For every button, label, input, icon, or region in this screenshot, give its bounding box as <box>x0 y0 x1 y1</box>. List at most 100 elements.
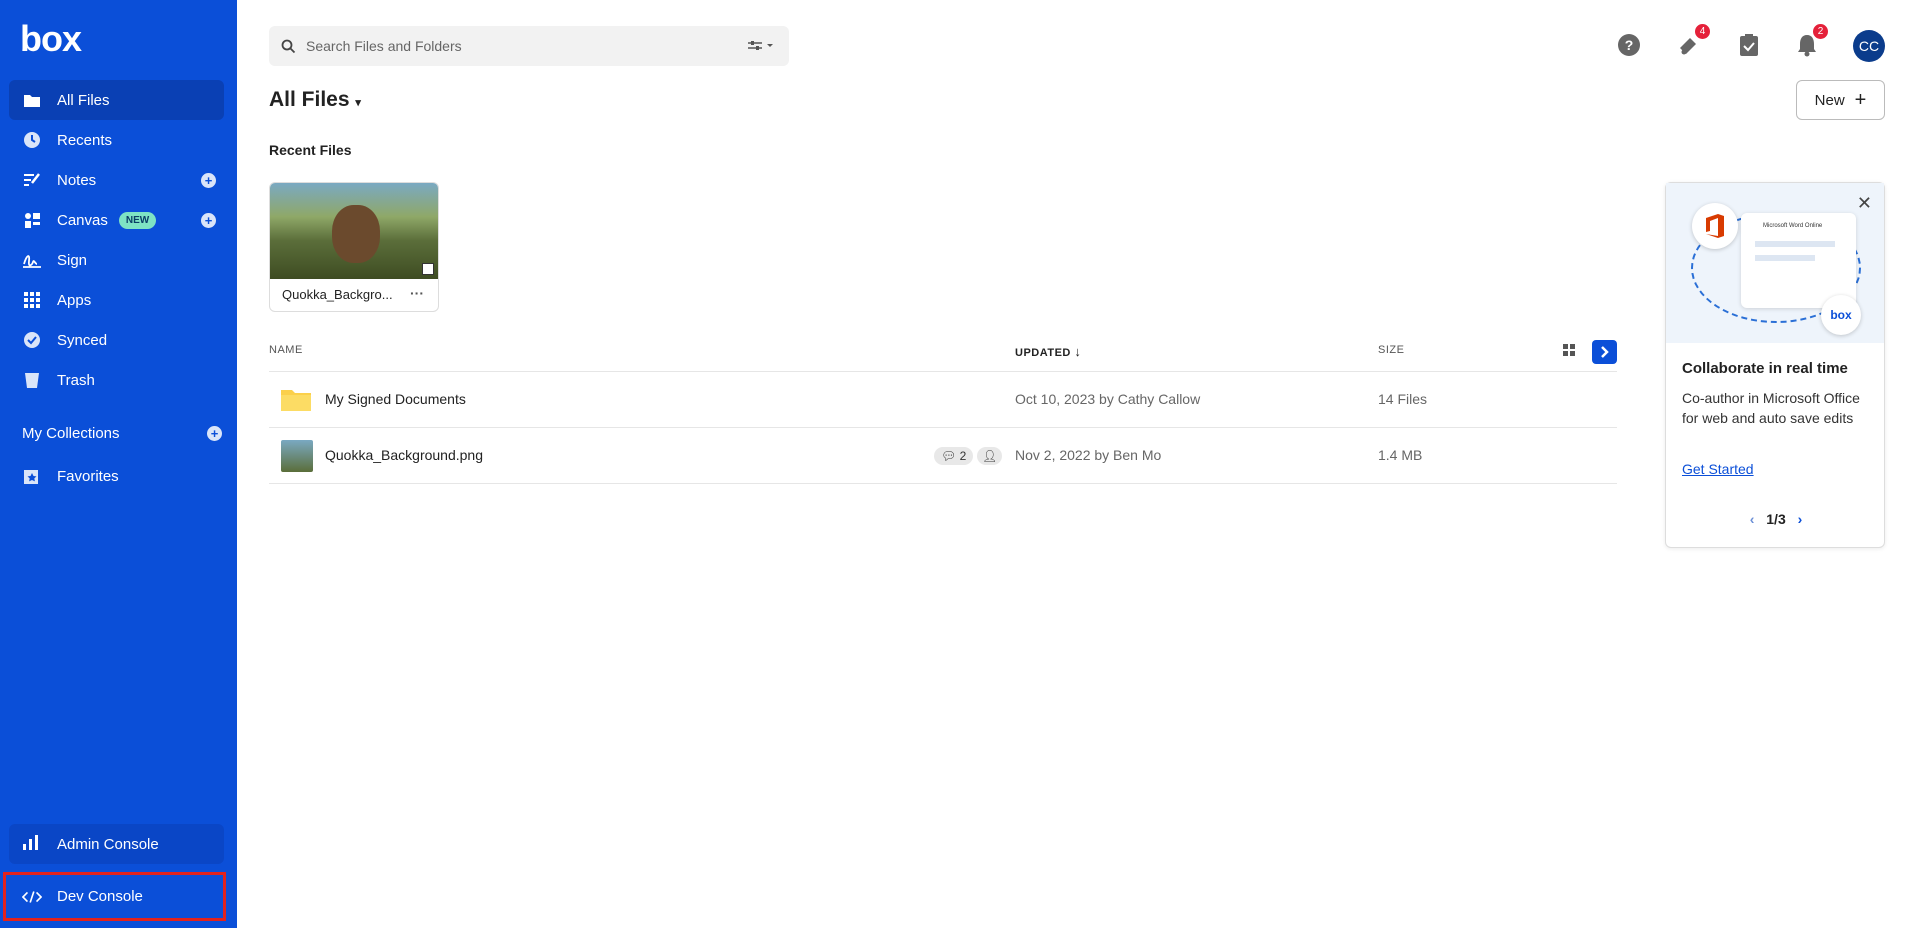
new-button[interactable]: New + <box>1796 80 1885 120</box>
promo-illustration: Microsoft Word Online box <box>1666 183 1884 343</box>
star-icon <box>22 466 42 486</box>
add-canvas-icon[interactable]: + <box>201 212 216 228</box>
sidebar-item-recents[interactable]: Recents <box>9 120 224 160</box>
folder-icon <box>22 90 42 110</box>
sidebar-item-favorites[interactable]: Favorites <box>9 456 224 496</box>
sidebar-item-label: Canvas <box>57 211 108 229</box>
user-avatar[interactable]: CC <box>1853 30 1885 62</box>
sidebar-item-label: Synced <box>57 331 108 349</box>
my-collections-header[interactable]: My Collections + <box>22 425 222 442</box>
promo-pager: ‹ 1/3 › <box>1666 511 1886 527</box>
promo-card: Microsoft Word Online box ✕ Collaborate … <box>1665 182 1885 548</box>
sidebar-item-trash[interactable]: Trash <box>9 360 224 400</box>
sidebar-item-synced[interactable]: Synced <box>9 320 224 360</box>
new-badge: NEW <box>118 211 157 229</box>
folder-icon <box>281 387 311 416</box>
sidebar: box All Files Recents Notes + Canvas NEW… <box>0 0 237 928</box>
sidebar-item-label: Apps <box>57 291 92 309</box>
recent-file-name: Quokka_Backgro... <box>282 287 393 302</box>
sidebar-item-label: Notes <box>57 171 97 189</box>
prev-arrow-icon[interactable]: ‹ <box>1750 511 1755 527</box>
notes-icon <box>22 170 42 190</box>
canvas-icon <box>22 210 42 230</box>
recent-file-card[interactable]: Quokka_Backgro... ··· <box>269 182 439 312</box>
sidebar-item-label: Recents <box>57 131 113 149</box>
close-icon[interactable]: ✕ <box>1857 193 1872 214</box>
column-updated[interactable]: UPDATED ↓ <box>1015 344 1081 359</box>
trash-icon <box>22 370 42 390</box>
page-title-text: All Files <box>269 88 350 111</box>
bar-chart-icon <box>22 834 42 854</box>
recent-files-heading: Recent Files <box>269 142 352 158</box>
sidebar-item-canvas[interactable]: Canvas NEW + <box>9 200 224 240</box>
row-name[interactable]: Quokka_Background.png <box>325 447 483 463</box>
row-updated: Oct 10, 2023 by Cathy Callow <box>1015 391 1201 407</box>
file-type-icon <box>422 263 434 275</box>
search-bar[interactable]: Search Files and Folders <box>269 26 789 66</box>
notifications-bell-icon[interactable]: 2 <box>1794 24 1828 58</box>
plus-icon: + <box>1854 89 1867 111</box>
sidebar-item-label: All Files <box>57 91 110 109</box>
next-arrow-icon[interactable]: › <box>1798 511 1803 527</box>
code-icon <box>22 890 42 904</box>
column-name[interactable]: NAME <box>269 344 303 356</box>
column-size[interactable]: SIZE <box>1378 344 1404 356</box>
sort-arrow-down-icon: ↓ <box>1074 344 1082 359</box>
comments-badge[interactable]: 💬︎ 2 <box>934 447 974 465</box>
admin-console-label: Admin Console <box>57 835 159 853</box>
divider <box>269 427 1617 428</box>
promo-title: Collaborate in real time <box>1682 360 1848 377</box>
get-started-link[interactable]: Get Started <box>1682 461 1754 477</box>
dev-console-button[interactable]: Dev Console <box>3 872 226 921</box>
sidebar-item-apps[interactable]: Apps <box>9 280 224 320</box>
sidebar-item-all-files[interactable]: All Files <box>9 80 224 120</box>
image-thumbnail-icon <box>281 440 313 472</box>
help-icon[interactable]: ? <box>1616 32 1642 58</box>
new-button-label: New <box>1814 91 1845 109</box>
sidebar-item-sign[interactable]: Sign <box>9 240 224 280</box>
sidebar-item-label: Trash <box>57 371 95 389</box>
office-logo-icon <box>1692 203 1738 249</box>
pager-text: 1/3 <box>1766 511 1786 527</box>
sidebar-item-label: Sign <box>57 251 88 269</box>
row-size: 14 Files <box>1378 391 1428 407</box>
sidebar-item-notes[interactable]: Notes + <box>9 160 224 200</box>
add-note-icon[interactable]: + <box>201 172 216 188</box>
expand-panel-button[interactable] <box>1592 340 1617 364</box>
notifications-count: 2 <box>1813 24 1828 39</box>
search-icon <box>281 39 296 54</box>
comment-icon: 💬︎ <box>941 449 957 463</box>
column-updated-label: UPDATED <box>1015 347 1071 359</box>
caret-down-icon: ▾ <box>355 97 361 109</box>
announcements-count: 4 <box>1695 24 1710 39</box>
dev-console-label: Dev Console <box>57 888 143 905</box>
apps-grid-icon <box>22 290 42 310</box>
add-collection-icon[interactable]: + <box>207 426 222 441</box>
file-thumbnail <box>270 183 438 279</box>
svg-text:?: ? <box>1625 37 1634 53</box>
promo-body: Co-author in Microsoft Office for web an… <box>1682 390 1860 426</box>
collaborator-icon[interactable]: 👤︎ <box>977 447 1003 465</box>
tasks-icon[interactable] <box>1736 32 1762 58</box>
page-title[interactable]: All Files ▾ <box>269 88 361 112</box>
divider <box>269 371 1617 372</box>
search-input[interactable]: Search Files and Folders <box>306 38 747 54</box>
more-options-icon[interactable]: ··· <box>410 285 424 301</box>
admin-console-button[interactable]: Admin Console <box>9 824 224 864</box>
filter-icon[interactable] <box>747 40 775 52</box>
sign-icon <box>22 250 42 270</box>
row-name[interactable]: My Signed Documents <box>325 391 466 407</box>
announcements-icon[interactable]: 4 <box>1676 24 1710 58</box>
row-size: 1.4 MB <box>1378 447 1423 463</box>
quokka-image <box>332 205 380 263</box>
comment-count: 2 <box>959 449 967 463</box>
grid-view-icon[interactable] <box>1563 344 1576 357</box>
box-logo[interactable]: box <box>20 18 82 60</box>
check-circle-icon <box>22 330 42 350</box>
clock-icon <box>22 130 42 150</box>
sidebar-item-label: Favorites <box>57 467 119 485</box>
row-updated: Nov 2, 2022 by Ben Mo <box>1015 447 1162 463</box>
divider <box>269 483 1617 484</box>
promo-art-header: Microsoft Word Online <box>1763 223 1823 229</box>
my-collections-label: My Collections <box>22 425 120 442</box>
